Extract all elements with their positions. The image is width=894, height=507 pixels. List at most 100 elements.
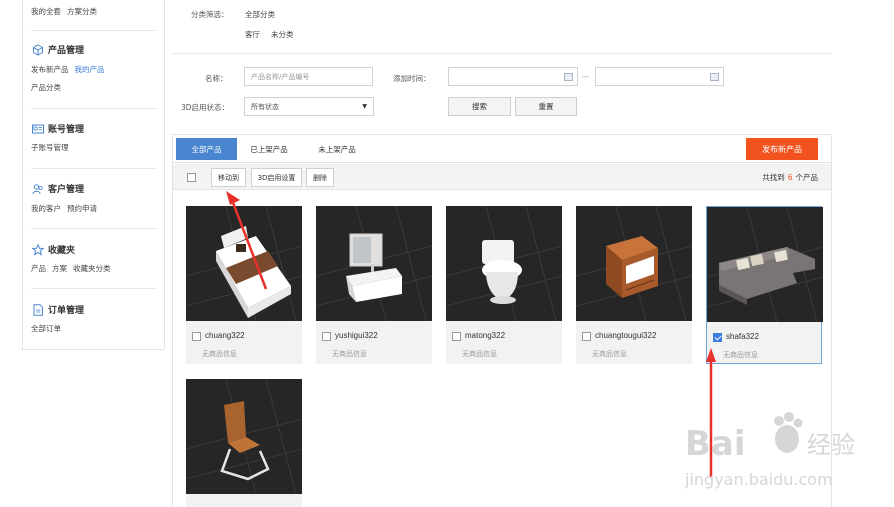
sidebar-link-my-customers[interactable]: 我的客户	[31, 204, 61, 213]
product-tabs: 全部产品 已上架产品 未上架产品 发布新产品	[173, 135, 831, 163]
product-name[interactable]: matong322	[465, 331, 505, 340]
product-card[interactable]	[186, 379, 302, 507]
3d-status-select[interactable]: 所有状态 ▼	[244, 97, 374, 116]
product-info: 无商品信息	[202, 350, 237, 358]
dropdown-triangle-icon: ▼	[362, 103, 367, 110]
product-name[interactable]: chuang322	[205, 331, 245, 340]
sidebar-link-scheme-category[interactable]: 方案分类	[67, 7, 97, 16]
product-card[interactable]: chuang322 无商品信息	[186, 206, 302, 364]
product-name[interactable]: chuangtougui322	[595, 331, 656, 340]
search-button[interactable]: 搜索	[448, 97, 511, 116]
delete-button[interactable]: 删除	[306, 168, 334, 187]
start-date-input[interactable]	[448, 67, 578, 86]
sidebar-links: 全部订单	[31, 323, 67, 334]
product-info: 无商品信息	[332, 350, 367, 358]
divider	[172, 53, 832, 54]
product-checkbox[interactable]	[322, 332, 331, 341]
watermark-brand: Bai	[685, 424, 746, 464]
end-date-input[interactable]	[595, 67, 724, 86]
sidebar-section-product[interactable]: 产品管理	[32, 43, 84, 56]
bathroom-cabinet-icon[interactable]	[316, 206, 432, 321]
sidebar-link-fav-schemes[interactable]: 方案	[52, 264, 67, 273]
category-filter-label: 分类筛选：	[191, 10, 229, 19]
watermark-brand-2: 经验	[807, 431, 855, 459]
result-count-number: 6	[787, 173, 793, 182]
sofa-icon[interactable]	[707, 207, 823, 322]
sidebar-link-appointments[interactable]: 预约申请	[67, 204, 97, 213]
star-icon	[32, 243, 44, 256]
product-info: 无商品信息	[592, 350, 627, 358]
select-all-checkbox[interactable]	[187, 173, 196, 182]
product-checkbox[interactable]	[713, 333, 722, 342]
3d-status-value: 所有状态	[251, 102, 279, 111]
filter-category-uncategorized[interactable]: 未分类	[271, 29, 294, 40]
divider	[31, 168, 156, 169]
cube-icon	[32, 43, 44, 56]
calendar-icon[interactable]	[710, 73, 719, 81]
users-icon	[32, 183, 44, 195]
filter-category-living-room[interactable]: 客厅	[245, 29, 260, 40]
product-checkbox[interactable]	[452, 332, 461, 341]
product-card[interactable]: chuangtougui322 无商品信息	[576, 206, 692, 364]
result-count: 共找到 6 个产品	[762, 172, 818, 183]
toilet-icon[interactable]	[446, 206, 562, 321]
reset-button[interactable]: 重置	[515, 97, 577, 116]
sidebar-link-my-sets[interactable]: 我的全套	[31, 7, 61, 16]
product-card[interactable]: matong322 无商品信息	[446, 206, 562, 364]
tab-all-products[interactable]: 全部产品	[176, 138, 237, 160]
sidebar-link-fav-category[interactable]: 收藏夹分类	[73, 264, 111, 273]
name-search-input[interactable]: 产品名称/产品编号	[244, 67, 373, 86]
product-checkbox[interactable]	[192, 332, 201, 341]
baidu-watermark: Bai 经验 jingyan.baidu.com	[683, 405, 863, 495]
product-name[interactable]: shafa322	[726, 332, 759, 341]
sidebar-section-orders[interactable]: 订单管理	[32, 303, 84, 316]
sidebar-section-title: 产品管理	[48, 46, 85, 56]
sidebar-link-publish[interactable]: 发布新产品	[31, 65, 69, 74]
sidebar-section-account[interactable]: 账号管理	[32, 122, 84, 135]
move-to-button[interactable]: 移动到	[211, 168, 246, 187]
sidebar-links: 产品分类	[31, 82, 67, 93]
product-info: 无商品信息	[723, 351, 758, 359]
date-separator: —	[582, 72, 590, 81]
product-toolbar: 移动到 3D启用设置 删除 共找到 6 个产品	[173, 164, 831, 190]
product-card[interactable]: yushigui322 无商品信息	[316, 206, 432, 364]
sidebar-section-customer[interactable]: 客户管理	[32, 182, 84, 195]
sidebar-section-title: 订单管理	[48, 306, 85, 316]
tab-unlisted-products[interactable]: 未上架产品	[307, 138, 367, 160]
3d-settings-button[interactable]: 3D启用设置	[251, 168, 302, 187]
nightstand-icon[interactable]	[576, 206, 692, 321]
product-name[interactable]: yushigui322	[335, 331, 378, 340]
3d-status-label: 3D启用状态：	[181, 103, 230, 112]
sidebar-section-favorites[interactable]: 收藏夹	[32, 243, 75, 256]
sidebar-link-fav-products[interactable]: 产品	[31, 264, 46, 273]
result-count-prefix: 共找到	[762, 173, 785, 182]
sidebar-link-sub-account[interactable]: 子账号管理	[31, 143, 69, 152]
sidebar-links: 发布新产品 我的产品	[31, 64, 111, 75]
sidebar-links: 子账号管理	[31, 142, 75, 153]
divider	[31, 228, 156, 229]
publish-product-button[interactable]: 发布新产品	[746, 138, 818, 160]
tab-listed-products[interactable]: 已上架产品	[241, 138, 297, 160]
bed-icon[interactable]	[186, 206, 302, 321]
product-checkbox[interactable]	[582, 332, 591, 341]
divider	[31, 108, 156, 109]
product-card[interactable]: shafa322 无商品信息	[706, 206, 823, 364]
sidebar-link-all-orders[interactable]: 全部订单	[31, 324, 61, 333]
sidebar-links: 我的客户 预约申请	[31, 203, 103, 214]
sidebar: 我的全套 方案分类 产品管理 发布新产品 我的产品 产品分类 账号管理 子账号管理 …	[22, 0, 165, 350]
name-label: 名称：	[205, 74, 228, 83]
result-count-suffix: 个产品	[795, 173, 819, 182]
product-info: 无商品信息	[462, 350, 497, 358]
sidebar-link-product-category[interactable]: 产品分类	[31, 83, 61, 92]
filter-all-categories[interactable]: 全部分类	[245, 9, 275, 20]
sidebar-section-title: 客户管理	[48, 185, 85, 195]
sidebar-top-links: 我的全套 方案分类	[31, 6, 103, 17]
divider	[31, 30, 156, 31]
id-card-icon	[32, 123, 44, 135]
date-label: 添加时间：	[393, 74, 431, 83]
sidebar-link-my-products[interactable]: 我的产品	[75, 65, 105, 74]
document-icon	[32, 303, 44, 316]
sidebar-section-title: 收藏夹	[48, 246, 76, 256]
chair-icon[interactable]	[186, 379, 302, 494]
calendar-icon[interactable]	[564, 73, 573, 81]
